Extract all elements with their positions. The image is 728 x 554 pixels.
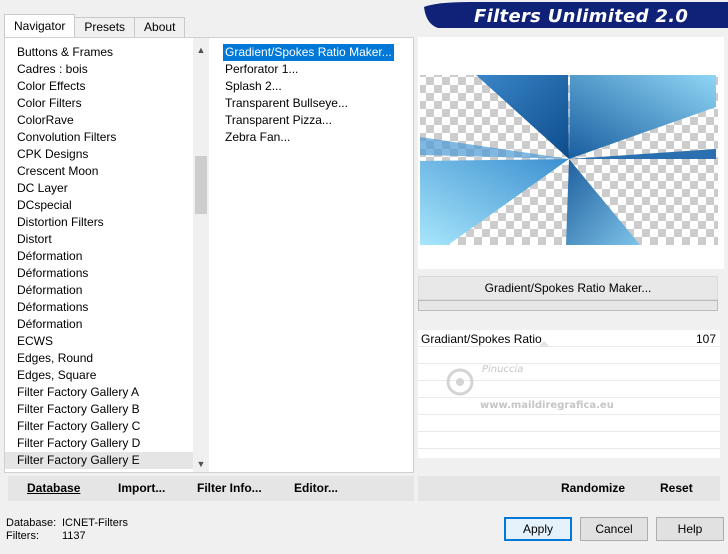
param-row-empty — [418, 432, 720, 449]
watermark-name: Pinuccia — [482, 364, 524, 375]
filters-count: 1137 — [62, 530, 86, 542]
filters-label: Filters: — [6, 530, 39, 542]
tab-bar: Navigator Presets About — [4, 14, 186, 37]
scroll-up-arrow-icon[interactable]: ▲ — [193, 42, 209, 58]
category-item[interactable]: CPK Designs — [5, 146, 193, 163]
param-value: 107 — [695, 332, 716, 346]
left-toolbar: Database Import... Filter Info... Editor… — [8, 476, 414, 501]
category-item[interactable]: Cadres : bois — [5, 61, 193, 78]
filter-list[interactable]: Gradient/Spokes Ratio Maker... Perforator… — [223, 44, 413, 146]
filter-info-button[interactable]: Filter Info... — [197, 481, 262, 495]
right-toolbar: Randomize Reset — [418, 476, 720, 501]
category-item[interactable]: Buttons & Frames — [5, 44, 193, 61]
category-item[interactable]: Edges, Round — [5, 350, 193, 367]
category-item[interactable]: Déformation — [5, 316, 193, 333]
database-button[interactable]: Database — [27, 481, 80, 495]
filter-name-button[interactable]: Gradient/Spokes Ratio Maker... — [418, 276, 718, 300]
tab-navigator[interactable]: Navigator — [4, 14, 76, 37]
scroll-down-arrow-icon[interactable]: ▼ — [193, 456, 209, 472]
randomize-button[interactable]: Randomize — [561, 481, 625, 495]
editor-button[interactable]: Editor... — [294, 481, 338, 495]
category-item[interactable]: Filter Factory Gallery E — [5, 452, 193, 469]
help-button[interactable]: Help — [656, 517, 724, 541]
category-scrollbar[interactable]: ▲ ▼ — [193, 38, 209, 472]
watermark-logo-icon — [446, 368, 474, 396]
app-title: Filters Unlimited 2.0 — [474, 6, 689, 27]
category-item[interactable]: Distort — [5, 231, 193, 248]
category-item[interactable]: DCspecial — [5, 197, 193, 214]
category-item[interactable]: Filter Factory Gallery D — [5, 435, 193, 452]
watermark-url: www.maildiregrafica.eu — [480, 400, 614, 411]
category-item[interactable]: Distortion Filters — [5, 214, 193, 231]
import-button[interactable]: Import... — [118, 481, 165, 495]
scrollbar-thumb[interactable] — [195, 156, 207, 214]
param-row-empty — [418, 415, 720, 432]
category-list[interactable]: Buttons & Frames Cadres : bois Color Effec… — [5, 38, 193, 472]
param-name: Gradiant/Spokes Ratio — [421, 332, 542, 346]
category-item[interactable]: Déformations — [5, 299, 193, 316]
database-value: ICNET-Filters — [62, 517, 128, 529]
category-item[interactable]: ECWS — [5, 333, 193, 350]
filter-item[interactable]: Zebra Fan... — [223, 130, 290, 144]
progress-bar — [418, 300, 718, 311]
category-item[interactable]: Déformation — [5, 248, 193, 265]
filter-item[interactable]: Perforator 1... — [223, 62, 298, 76]
category-item[interactable]: Convolution Filters — [5, 129, 193, 146]
reset-button[interactable]: Reset — [660, 481, 693, 495]
apply-button[interactable]: Apply — [504, 517, 572, 541]
database-label: Database: — [6, 517, 57, 529]
param-row[interactable]: Gradiant/Spokes Ratio 107 — [418, 330, 720, 347]
filter-item[interactable]: Transparent Pizza... — [223, 113, 332, 127]
category-item[interactable]: Filter Factory Gallery C — [5, 418, 193, 435]
category-item[interactable]: Color Filters — [5, 95, 193, 112]
category-item[interactable]: Filter Factory Gallery B — [5, 401, 193, 418]
category-item[interactable]: Crescent Moon — [5, 163, 193, 180]
category-item[interactable]: Déformation — [5, 282, 193, 299]
status-area: Database: ICNET-Filters Filters: 1137 — [6, 517, 128, 543]
preview-image — [420, 75, 718, 245]
category-item[interactable]: Edges, Square — [5, 367, 193, 384]
tab-presets[interactable]: Presets — [74, 17, 136, 37]
preview-panel — [418, 37, 724, 269]
filter-item[interactable]: Gradient/Spokes Ratio Maker... — [223, 44, 394, 61]
category-item[interactable]: Filter Factory Gallery A — [5, 384, 193, 401]
category-item[interactable]: Déformations — [5, 265, 193, 282]
filter-item[interactable]: Transparent Bullseye... — [223, 96, 348, 110]
category-item[interactable]: Color Effects — [5, 78, 193, 95]
category-item[interactable]: ColorRave — [5, 112, 193, 129]
category-item[interactable]: DC Layer — [5, 180, 193, 197]
navigator-panel: Buttons & Frames Cadres : bois Color Effec… — [4, 37, 414, 473]
filter-item[interactable]: Splash 2... — [223, 79, 282, 93]
cancel-button[interactable]: Cancel — [580, 517, 648, 541]
tab-about[interactable]: About — [134, 17, 186, 37]
